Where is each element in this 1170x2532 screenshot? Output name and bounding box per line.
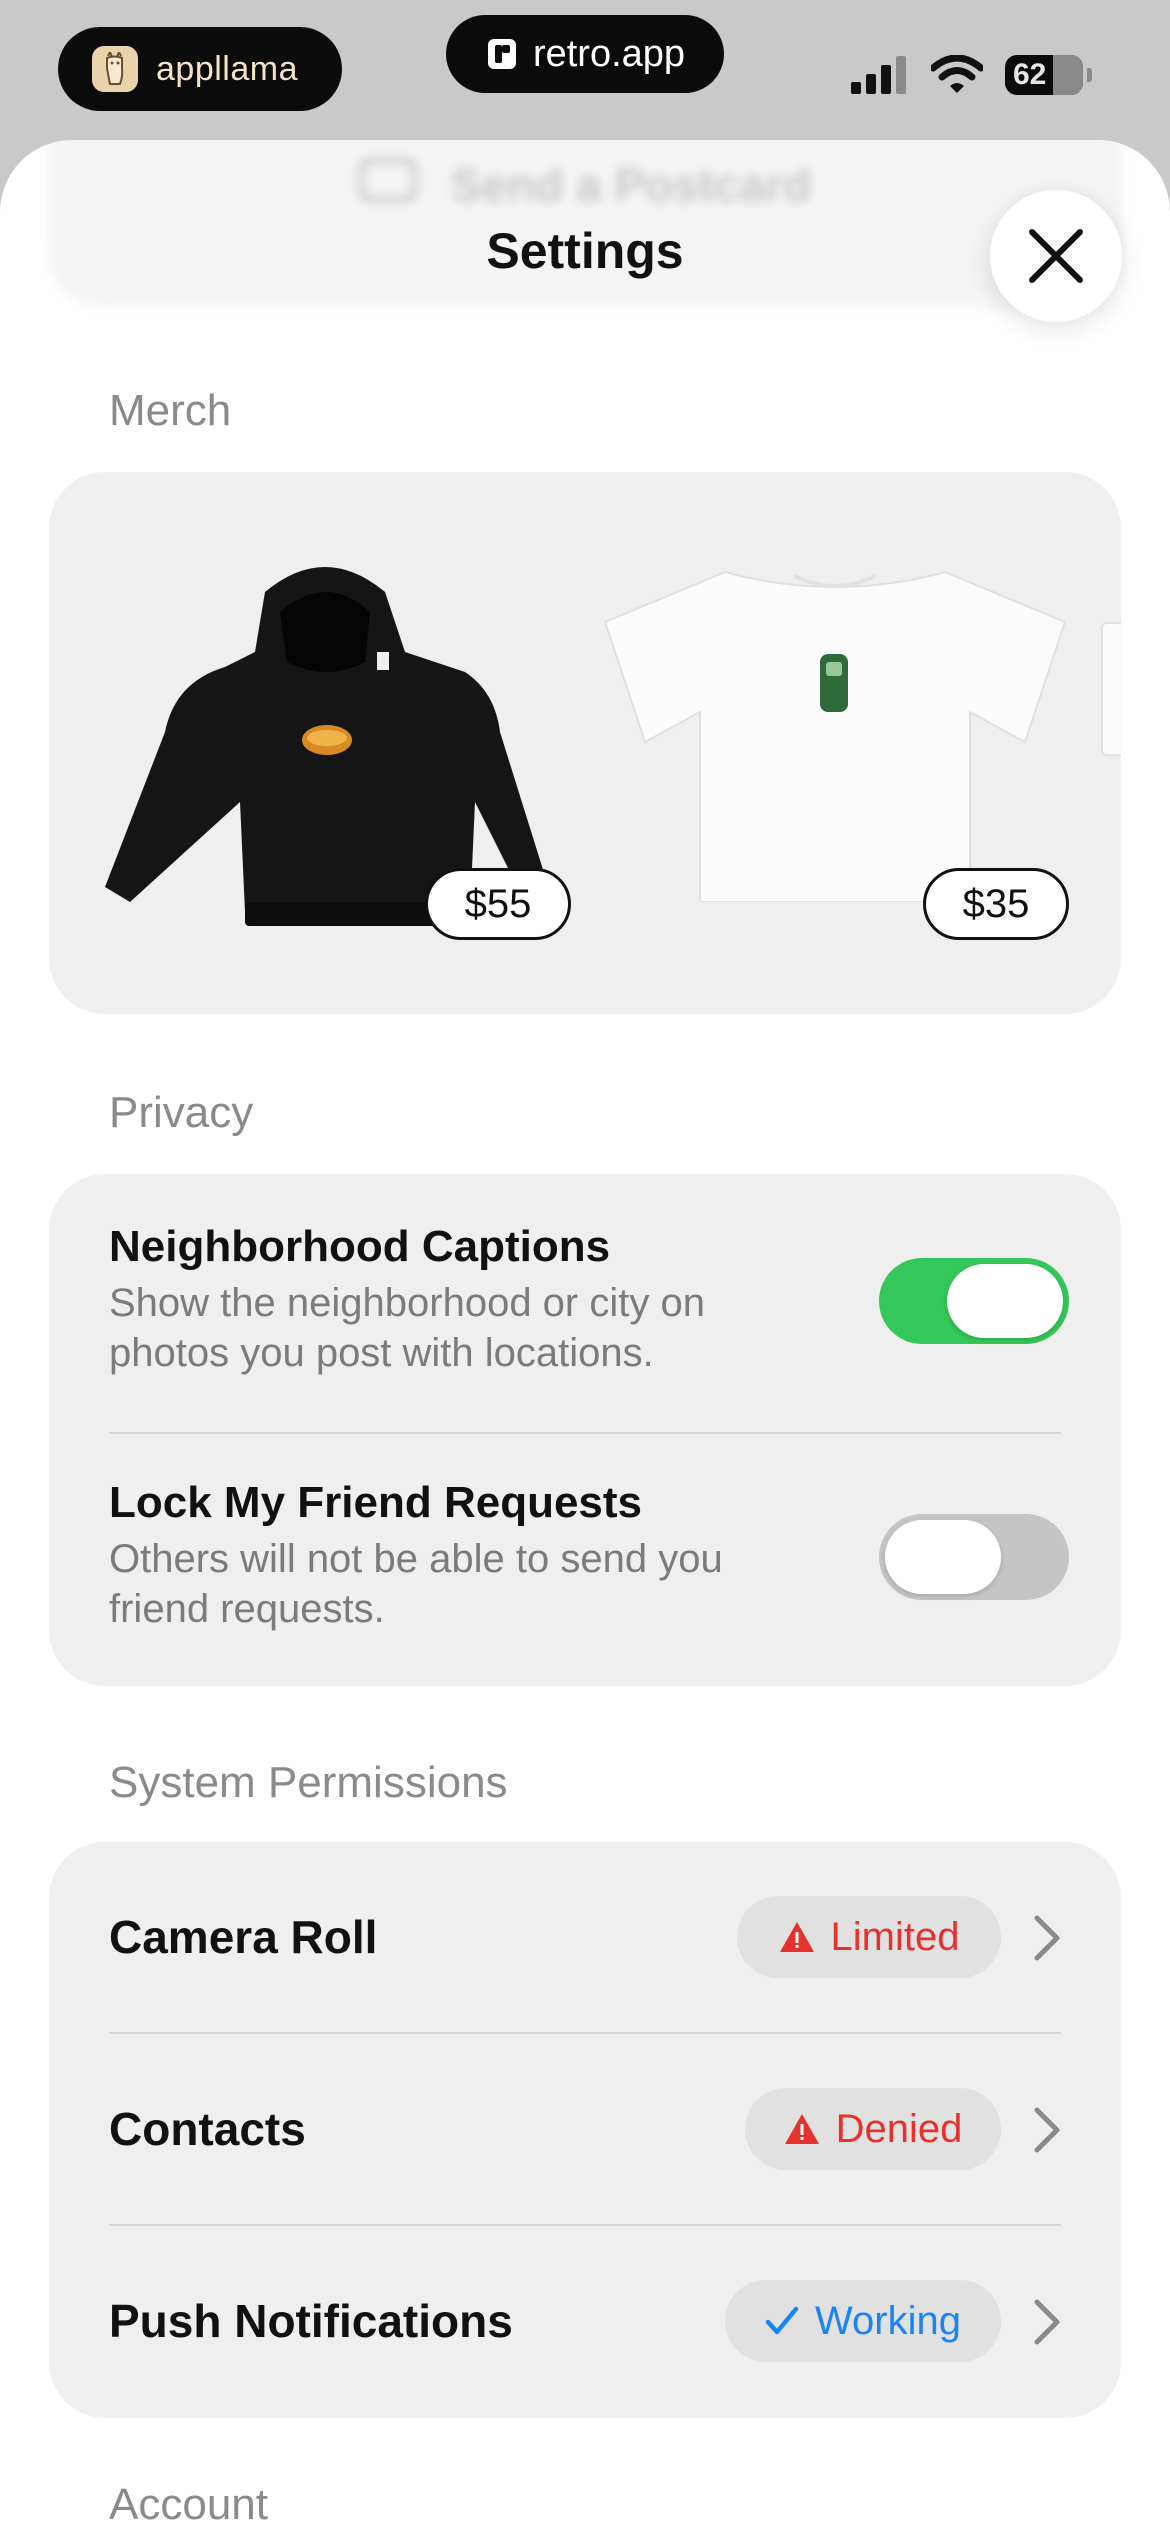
retro-logo-icon <box>487 39 516 69</box>
neighborhood-captions-toggle[interactable] <box>879 1258 1069 1344</box>
close-icon <box>1029 229 1083 283</box>
chevron-right-icon <box>1034 2299 1060 2345</box>
section-label-system-permissions: System Permissions <box>109 1758 508 1807</box>
url-text: retro.app <box>532 32 686 75</box>
merch-carousel[interactable]: $55 $35 <box>49 472 1121 1014</box>
permissions-card: Camera Roll Limited Contacts Denied Push <box>49 1842 1121 2418</box>
section-label-account: Account <box>109 2480 268 2529</box>
url-pill[interactable]: retro.app <box>446 15 724 93</box>
status-bar: appllama retro.app 62 <box>0 0 1170 140</box>
price-badge: $55 <box>425 868 571 940</box>
header-fade <box>0 290 1170 360</box>
section-label-privacy: Privacy <box>109 1088 254 1137</box>
permission-label: Push Notifications <box>109 2295 513 2347</box>
divider <box>109 2032 1061 2034</box>
section-label-merch: Merch <box>109 386 232 435</box>
divider <box>109 1432 1061 1434</box>
status-badge[interactable]: Limited <box>737 1896 1001 1978</box>
signal-icon <box>851 56 906 94</box>
status-text: Denied <box>835 2106 963 2151</box>
merch-item-hoodie[interactable]: $55 <box>105 552 571 952</box>
tshirt-image <box>603 570 1067 903</box>
chevron-right-icon <box>1034 1915 1060 1961</box>
row-title: Lock My Friend Requests <box>109 1478 643 1527</box>
permission-label: Camera Roll <box>109 1911 378 1963</box>
row-title: Neighborhood Captions <box>109 1222 611 1271</box>
divider <box>109 2224 1061 2226</box>
system-icons: 62 <box>851 52 1092 98</box>
row-description: Show the neighborhood or city on photos … <box>109 1281 705 1375</box>
checkmark-icon <box>765 2306 799 2336</box>
appllama-badge[interactable]: appllama <box>58 27 342 111</box>
status-text: Working <box>815 2298 961 2343</box>
merch-item-tshirt[interactable]: $35 <box>603 562 1069 962</box>
postcard-icon <box>358 158 417 202</box>
llama-logo-icon <box>92 46 138 92</box>
warning-icon <box>779 1921 815 1953</box>
battery-level: 62 <box>1013 58 1047 91</box>
status-badge[interactable]: Denied <box>745 2088 1001 2170</box>
lock-friend-requests-toggle[interactable] <box>879 1514 1069 1600</box>
badge-text: appllama <box>156 49 298 88</box>
toggle-knob <box>885 1520 1001 1594</box>
status-badge[interactable]: Working <box>725 2280 1001 2362</box>
chevron-right-icon <box>1034 2107 1060 2153</box>
merch-item-peek[interactable] <box>1101 622 1121 756</box>
close-button[interactable] <box>990 190 1122 322</box>
settings-sheet: Send a Postcard Settings Merch $55 $35 P… <box>0 140 1170 2532</box>
permission-label: Contacts <box>109 2103 306 2155</box>
warning-icon <box>784 2113 820 2145</box>
battery-icon: 62 <box>1005 55 1092 95</box>
ghost-button-label: Send a Postcard <box>450 159 812 211</box>
price-badge: $35 <box>923 868 1069 940</box>
wifi-icon <box>931 55 983 93</box>
privacy-card: Neighborhood Captions Show the neighborh… <box>49 1174 1121 1686</box>
row-description: Others will not be able to send you frie… <box>109 1537 723 1631</box>
toggle-knob <box>947 1264 1063 1338</box>
status-text: Limited <box>830 1914 960 1959</box>
